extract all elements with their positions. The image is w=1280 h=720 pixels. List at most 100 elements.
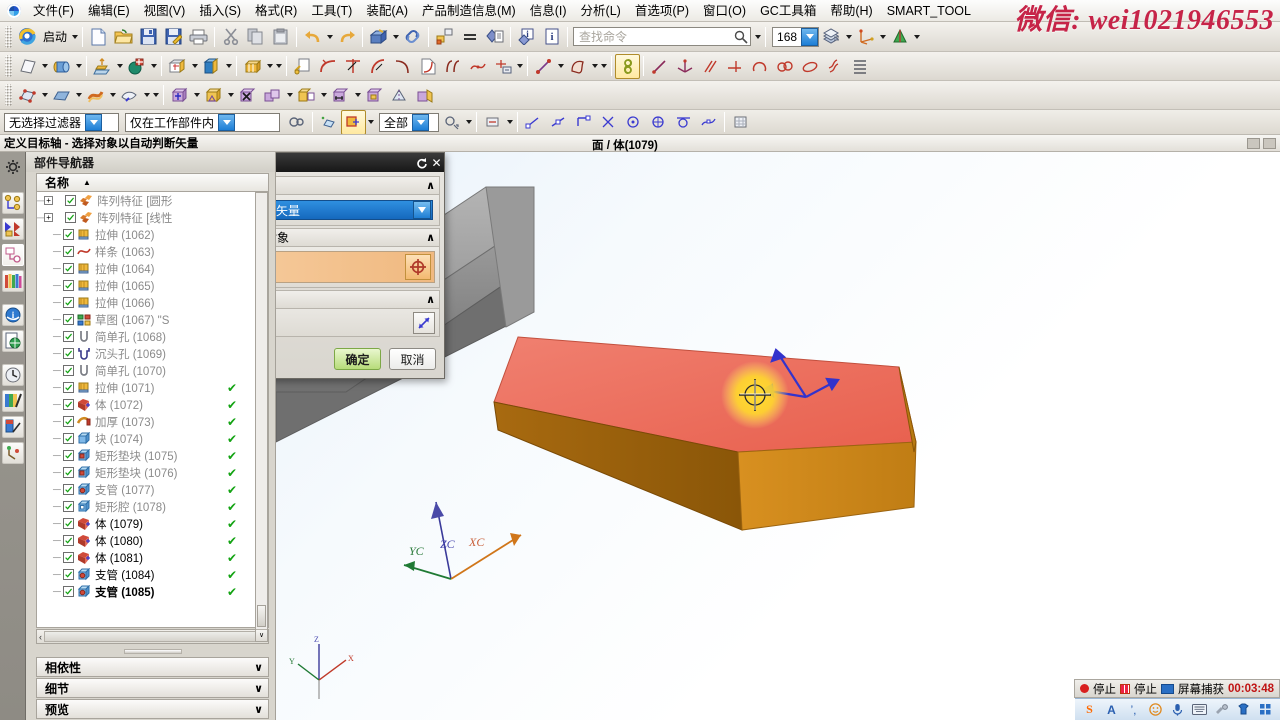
wcs-icon[interactable] <box>853 24 878 49</box>
toolbar-grip[interactable] <box>5 25 12 48</box>
screen-capture-icon[interactable] <box>1160 683 1174 694</box>
chevron-down-icon[interactable] <box>218 113 236 131</box>
chamfer-icon[interactable] <box>340 54 365 79</box>
curve-icon[interactable] <box>415 54 440 79</box>
snap-tangent-icon[interactable] <box>671 110 696 134</box>
feature-suppress-checkbox[interactable] <box>63 416 74 427</box>
pause-icon[interactable] <box>1119 683 1130 694</box>
snap-center-icon[interactable] <box>621 110 646 134</box>
feature-suppress-checkbox[interactable] <box>63 280 74 291</box>
revolve-icon[interactable] <box>49 54 74 79</box>
snap-toggle-dropdown-arrow[interactable] <box>505 110 514 134</box>
menu-item-window[interactable]: 窗口(O) <box>696 1 753 21</box>
copy-object-icon[interactable] <box>260 83 285 108</box>
accordion-dependencies[interactable]: 相依性 ∨ <box>36 657 269 677</box>
system-scene-icon[interactable] <box>1 416 24 438</box>
navigator-column-header[interactable]: 名称 ▲ <box>36 173 269 192</box>
ruled-surface-icon[interactable] <box>49 83 74 108</box>
shell-icon[interactable] <box>199 54 224 79</box>
curve-more-arrow[interactable] <box>599 54 608 79</box>
menu-item-view[interactable]: 视图(V) <box>137 1 193 21</box>
basic-line-icon[interactable] <box>647 54 672 79</box>
snap-intersection-icon[interactable] <box>596 110 621 134</box>
scrollbar-thumb[interactable] <box>257 605 266 627</box>
export-dropdown-arrow[interactable] <box>391 24 400 49</box>
scroll-down-icon[interactable]: ∨ <box>256 629 267 641</box>
recorder-pause-label[interactable]: 停止 <box>1134 681 1157 697</box>
paste-icon[interactable] <box>268 24 293 49</box>
select-object-row[interactable]: 选择对象 (0) <box>276 251 435 283</box>
perpendicular-icon[interactable] <box>722 54 747 79</box>
screen-recorder-bar[interactable]: 停止 停止 屏幕捕获 00:03:48 <box>1073 679 1280 698</box>
table-row[interactable]: ─ 矩形腔 (1078) <box>37 498 268 515</box>
ruled-dropdown-arrow[interactable] <box>74 83 83 108</box>
accordion-details[interactable]: 细节 ∨ <box>36 678 269 698</box>
menu-item-tools[interactable]: 工具(T) <box>304 1 359 21</box>
internet-explorer-icon[interactable]: i <box>1 304 24 326</box>
dimension-dropdown-arrow[interactable] <box>515 54 524 79</box>
hole-icon[interactable] <box>124 54 149 79</box>
info-blue-icon[interactable]: i <box>514 24 539 49</box>
snap-quadrant-icon[interactable] <box>646 110 671 134</box>
skin-icon[interactable] <box>1236 702 1251 717</box>
scrollbar-thumb[interactable] <box>44 631 261 642</box>
web-browser-icon[interactable] <box>1 330 24 352</box>
table-row[interactable]: ─ 块 (1074) <box>37 430 268 447</box>
through-curves-dropdown-arrow[interactable] <box>108 83 117 108</box>
face-select-icon[interactable] <box>316 110 341 134</box>
panel-splitter[interactable] <box>36 647 269 655</box>
smiley-icon[interactable] <box>1148 702 1163 717</box>
graphics-viewport[interactable]: ZC XC YC Z X Y ✕ ∧ 矢量 象 ∧ ∧ 确定 取消 停止 停止 … <box>276 152 1280 720</box>
feature-suppress-checkbox[interactable] <box>63 552 74 563</box>
extrude-icon[interactable] <box>90 54 115 79</box>
search-dropdown-arrow[interactable] <box>753 24 762 49</box>
scroll-left-icon[interactable]: ‹ <box>39 632 42 642</box>
circle-icon[interactable] <box>772 54 797 79</box>
redo-icon[interactable] <box>334 24 359 49</box>
datum-dropdown-arrow[interactable] <box>912 24 921 49</box>
new-file-icon[interactable] <box>86 24 111 49</box>
table-row[interactable]: ─ 支管 (1085) <box>37 583 268 600</box>
table-row[interactable]: ─ 拉伸 (1071) <box>37 379 268 396</box>
offset-curve-icon[interactable] <box>390 54 415 79</box>
hole-dropdown-arrow[interactable] <box>149 54 158 79</box>
accordion-preview[interactable]: 预览 ∨ <box>36 699 269 719</box>
microphone-icon[interactable] <box>1170 702 1185 717</box>
tree-expander-icon[interactable]: + <box>44 195 54 205</box>
table-row[interactable]: ─ 拉伸 (1066) <box>37 294 268 311</box>
link-icon[interactable] <box>400 24 425 49</box>
gear-icon[interactable] <box>2 156 24 178</box>
feature-suppress-checkbox[interactable] <box>63 467 74 478</box>
toolbar-grip[interactable] <box>5 55 12 77</box>
table-row[interactable]: ─ 支管 (1077) <box>37 481 268 498</box>
table-row[interactable]: ─ 草图 (1067) "S <box>37 311 268 328</box>
curve-rule-dropdown-arrow[interactable] <box>366 110 375 134</box>
info-icon[interactable]: i <box>539 24 564 49</box>
curve-rule-icon[interactable] <box>341 110 366 134</box>
feature-tree[interactable]: ─ + 阵列特征 [圆形 ─ + 阵列特征 [线性 ─ 拉伸 (1062) ─ 样条 (1063)… <box>36 192 269 628</box>
layer-combo[interactable]: 168 <box>772 26 820 47</box>
table-row[interactable]: ─ 支管 (1084) <box>37 566 268 583</box>
reset-icon[interactable] <box>414 155 429 170</box>
chevron-up-icon[interactable]: ∧ <box>426 179 435 192</box>
font-a-icon[interactable]: A <box>1104 702 1119 717</box>
sogou-icon[interactable]: S <box>1082 702 1097 717</box>
move-dropdown-arrow[interactable] <box>192 83 201 108</box>
datum-axis-icon[interactable] <box>672 54 697 79</box>
feature-suppress-checkbox[interactable] <box>63 399 74 410</box>
mirror-icon[interactable] <box>387 83 412 108</box>
table-row[interactable]: ─ 样条 (1063) <box>37 243 268 260</box>
ok-button[interactable]: 确定 <box>334 348 381 370</box>
snap-end-icon[interactable] <box>521 110 546 134</box>
save-as-icon[interactable] <box>161 24 186 49</box>
profile-icon[interactable] <box>565 54 590 79</box>
menu-item-help[interactable]: 帮助(H) <box>823 1 879 21</box>
sketch-icon[interactable] <box>15 54 40 79</box>
table-row[interactable]: ─ 体 (1080) <box>37 532 268 549</box>
feature-suppress-checkbox[interactable] <box>65 212 76 223</box>
datum-icon[interactable] <box>887 24 912 49</box>
stop-dropdown-arrow[interactable] <box>464 110 473 134</box>
scale-icon[interactable] <box>201 83 226 108</box>
line-dropdown-arrow[interactable] <box>556 54 565 79</box>
feature-suppress-checkbox[interactable] <box>63 297 74 308</box>
